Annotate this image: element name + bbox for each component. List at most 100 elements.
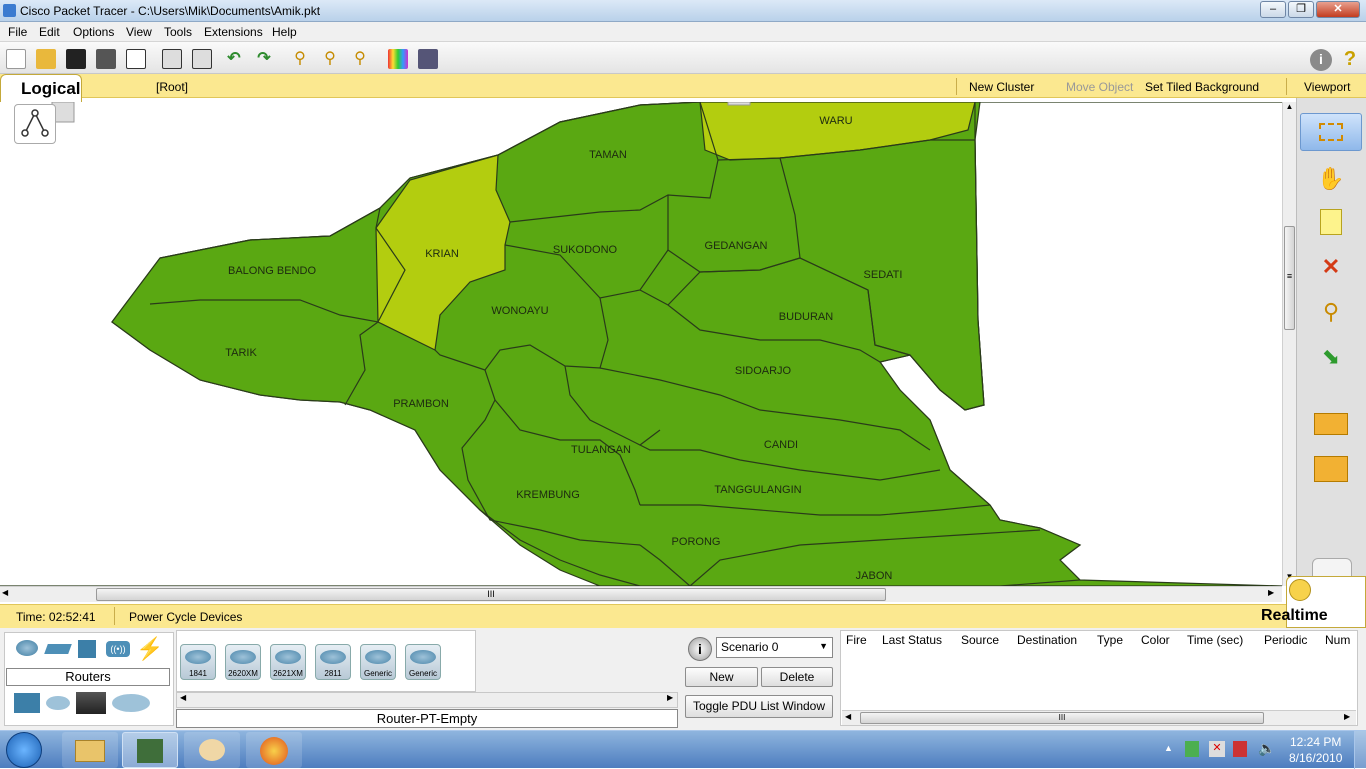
select-tool-icon[interactable] (1300, 113, 1362, 151)
scroll-left-arrow-icon[interactable]: ◀ (2, 588, 14, 601)
map-background: WARU TAMAN KRIAN SUKODONO GEDANGAN SEDAT… (0, 102, 1282, 586)
menu-help[interactable]: Help (272, 25, 297, 39)
packet-tracer-taskbar-icon[interactable] (122, 732, 178, 768)
undo-icon[interactable]: ↶ (224, 49, 244, 69)
taskbar-date[interactable]: 8/16/2010 (1289, 751, 1342, 765)
breadcrumb[interactable]: [Root] (156, 80, 188, 94)
delete-icon[interactable]: ✕ (1300, 248, 1362, 286)
zoom-out-icon[interactable]: ⚲ (350, 49, 370, 69)
copy-icon[interactable] (162, 49, 182, 69)
paint-taskbar-icon[interactable] (184, 732, 240, 768)
menu-extensions[interactable]: Extensions (204, 25, 263, 39)
show-hidden-icons-icon[interactable]: ▲ (1164, 743, 1173, 753)
logical-tab[interactable]: Logical (0, 74, 82, 104)
add-simple-pdu-icon[interactable] (1300, 405, 1362, 443)
connections-category-icon[interactable]: ⚡ (136, 637, 163, 661)
new-file-icon[interactable] (6, 49, 26, 69)
custom-devices-category-icon[interactable] (76, 692, 106, 714)
scenario-select[interactable]: Scenario 0 ▼ (716, 637, 833, 658)
redo-icon[interactable]: ↷ (254, 49, 274, 69)
inspect-icon[interactable]: ⚲ (1300, 293, 1362, 331)
device-1841[interactable]: 1841 (180, 644, 216, 680)
close-button[interactable]: ✕ (1316, 1, 1360, 18)
explorer-taskbar-icon[interactable] (62, 732, 118, 768)
move-hand-icon[interactable]: ✋ (1300, 160, 1362, 198)
security-icon[interactable] (1233, 741, 1247, 757)
add-complex-pdu-icon[interactable] (1300, 450, 1362, 488)
horizontal-scrollbar[interactable]: ◀ III ▶ (0, 586, 1282, 602)
zoom-reset-icon[interactable]: ⚲ (320, 49, 340, 69)
menu-file[interactable]: File (8, 25, 27, 39)
map-label-balong-bendo: BALONG BENDO (228, 265, 316, 277)
vertical-scrollbar[interactable]: ▲ ≡ ▼ (1282, 102, 1296, 586)
device-generic-2[interactable]: Generic (405, 644, 441, 680)
device-2620xm[interactable]: 2620XM (225, 644, 261, 680)
action-center-icon[interactable] (1185, 741, 1199, 757)
paste-icon[interactable] (192, 49, 212, 69)
menu-tools[interactable]: Tools (164, 25, 192, 39)
power-cycle-devices-button[interactable]: Power Cycle Devices (129, 610, 242, 624)
firefox-taskbar-icon[interactable] (246, 732, 302, 768)
device-2811[interactable]: 2811 (315, 644, 351, 680)
print-icon[interactable] (96, 49, 116, 69)
scroll-up-arrow-icon[interactable]: ▲ (1283, 102, 1296, 116)
maximize-button[interactable]: ❐ (1288, 1, 1314, 18)
vertical-scroll-thumb[interactable]: ≡ (1284, 226, 1295, 330)
chevron-down-icon: ▼ (819, 641, 828, 651)
end-devices-category-icon[interactable] (14, 693, 40, 713)
network-error-icon[interactable]: ✕ (1209, 741, 1225, 757)
set-tiled-background-button[interactable]: Set Tiled Background (1145, 80, 1259, 94)
start-button-icon[interactable] (6, 732, 42, 768)
routers-category-icon[interactable] (16, 640, 38, 656)
show-desktop-button[interactable] (1354, 731, 1366, 769)
hubs-category-icon[interactable] (78, 640, 96, 658)
logical-workspace[interactable]: WARU TAMAN KRIAN SUKODONO GEDANGAN SEDAT… (0, 102, 1282, 586)
scenario-info-icon[interactable]: i (688, 637, 712, 661)
menu-view[interactable]: View (126, 25, 152, 39)
toggle-pdu-list-button[interactable]: Toggle PDU List Window (685, 695, 833, 718)
pdu-col-periodic: Periodic (1264, 633, 1308, 647)
realtime-mode-tab[interactable]: Realtime (1261, 576, 1366, 628)
map-label-waru: WARU (819, 115, 852, 127)
zoom-in-icon[interactable]: ⚲ (290, 49, 310, 69)
multiuser-category-icon[interactable] (112, 694, 150, 712)
device-generic-1[interactable]: Generic (360, 644, 396, 680)
wan-emulation-category-icon[interactable] (46, 696, 70, 710)
scroll-right-arrow-icon[interactable]: ▶ (1268, 588, 1280, 601)
scroll-right-arrow-icon[interactable]: ▶ (667, 693, 673, 702)
map-label-porong: PORONG (672, 536, 721, 548)
pdu-table-scrollbar[interactable]: ◀ III ▶ (842, 710, 1356, 725)
resize-shape-icon[interactable]: ⬊ (1300, 338, 1362, 376)
volume-icon[interactable]: 🔈 (1258, 740, 1275, 757)
viewport-button[interactable]: Viewport (1304, 80, 1350, 94)
menu-edit[interactable]: Edit (39, 25, 60, 39)
note-icon[interactable] (1300, 203, 1362, 241)
pdu-scroll-thumb[interactable]: III (860, 712, 1264, 724)
custom-device-icon[interactable] (418, 49, 438, 69)
wireless-category-icon[interactable]: ((•)) (106, 641, 130, 657)
info-icon[interactable]: i (1310, 49, 1332, 71)
palette-icon[interactable] (388, 49, 408, 69)
device-2621xm[interactable]: 2621XM (270, 644, 306, 680)
activity-wizard-icon[interactable] (126, 49, 146, 69)
scroll-right-arrow-icon[interactable]: ▶ (1344, 712, 1350, 721)
open-folder-icon[interactable] (36, 49, 56, 69)
save-icon[interactable] (66, 49, 86, 69)
taskbar-time[interactable]: 12:24 PM (1290, 735, 1341, 749)
help-icon[interactable]: ? (1340, 49, 1360, 69)
map-label-tulangan: TULANGAN (571, 444, 631, 456)
new-scenario-button[interactable]: New (685, 667, 758, 687)
new-cluster-button[interactable]: New Cluster (969, 80, 1034, 94)
delete-scenario-button[interactable]: Delete (761, 667, 833, 687)
logical-topology-icon[interactable] (14, 104, 56, 144)
switches-category-icon[interactable] (44, 644, 72, 654)
map-label-krian: KRIAN (425, 248, 459, 260)
minimize-button[interactable]: – (1260, 1, 1286, 18)
scroll-left-arrow-icon[interactable]: ◀ (845, 712, 851, 721)
scenario-select-value: Scenario 0 (721, 640, 779, 654)
device-list-scrollbar[interactable]: ◀ ▶ (176, 692, 678, 708)
map-label-sedati: SEDATI (864, 269, 903, 281)
menu-options[interactable]: Options (73, 25, 114, 39)
scroll-left-arrow-icon[interactable]: ◀ (180, 693, 186, 702)
horizontal-scroll-thumb[interactable]: III (96, 588, 886, 601)
